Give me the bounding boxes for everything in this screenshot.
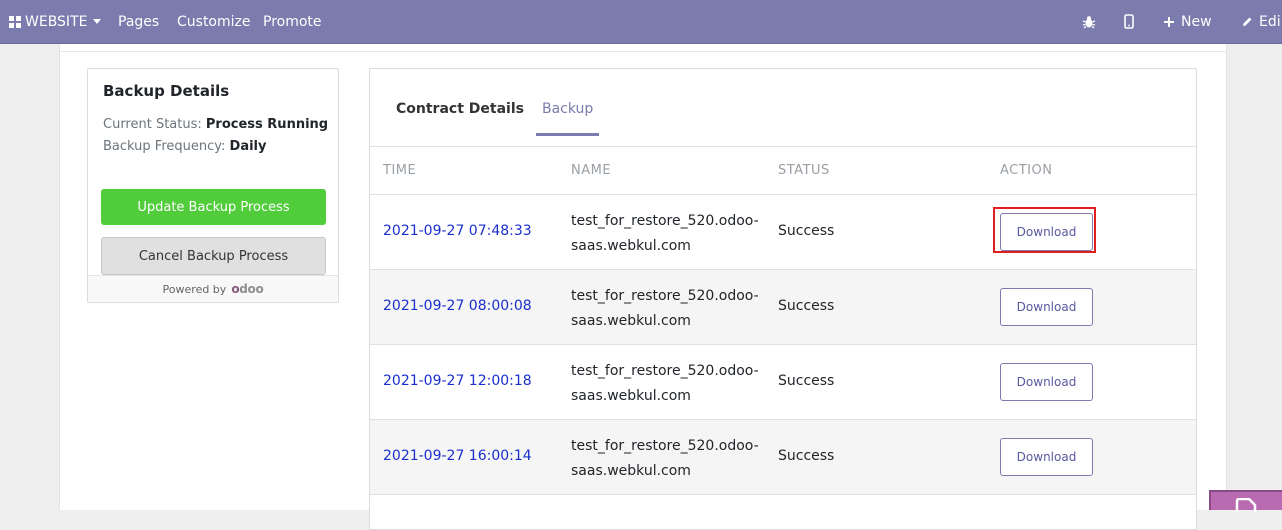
odoo-logo[interactable]: odoo (231, 282, 263, 296)
powered-by-text: Powered by (162, 282, 227, 296)
mobile-preview-button[interactable] (1124, 0, 1134, 43)
top-navbar: WEBSITE Pages Customize Promote New Edi (0, 0, 1282, 44)
current-status: Current Status: Process Running (103, 117, 328, 132)
powered-by-footer: Powered by odoo (88, 275, 338, 302)
backup-name: test_for_restore_520.odoo-saas.webkul.co… (571, 363, 759, 404)
edit-label: Edi (1259, 13, 1281, 30)
backup-status: Success (778, 448, 835, 464)
apps-grid-icon (9, 15, 21, 28)
table-row: 2021-09-27 07:48:33 test_for_restore_520… (370, 194, 1196, 270)
backup-details-title: Backup Details (103, 82, 230, 100)
backup-frequency: Backup Frequency: Daily (103, 139, 266, 154)
cancel-backup-process-button[interactable]: Cancel Backup Process (101, 237, 326, 275)
table-row: 2021-09-27 16:00:14 test_for_restore_520… (370, 419, 1196, 495)
backup-details-card: Backup Details Current Status: Process R… (87, 68, 339, 303)
menu-promote[interactable]: Promote (263, 0, 322, 43)
bug-icon (1082, 15, 1096, 29)
plus-icon (1163, 16, 1175, 28)
new-button[interactable]: New (1163, 0, 1212, 43)
backup-time-link[interactable]: 2021-09-27 08:00:08 (383, 298, 532, 314)
menu-pages[interactable]: Pages (118, 0, 159, 43)
update-backup-process-button[interactable]: Update Backup Process (101, 189, 326, 225)
divider (60, 51, 1226, 52)
pencil-icon (1241, 16, 1253, 28)
download-button[interactable]: Download (1000, 213, 1093, 251)
backup-frequency-label: Backup Frequency: (103, 139, 226, 154)
column-header-time: TIME (383, 163, 417, 178)
backup-time-link[interactable]: 2021-09-27 16:00:14 (383, 448, 532, 464)
current-status-value: Process Running (205, 117, 329, 132)
active-tab-indicator (536, 133, 599, 136)
tab-bar: Contract Details Backup (370, 69, 1196, 147)
download-button[interactable]: Download (1000, 438, 1093, 476)
mobile-icon (1124, 14, 1134, 29)
new-label: New (1181, 13, 1212, 30)
column-header-name: NAME (571, 163, 612, 178)
backup-name: test_for_restore_520.odoo-saas.webkul.co… (571, 288, 759, 329)
table-row: 2021-09-27 12:00:18 test_for_restore_520… (370, 344, 1196, 420)
tab-contract-details[interactable]: Contract Details (396, 101, 524, 117)
backup-time-link[interactable]: 2021-09-27 07:48:33 (383, 223, 532, 239)
download-button[interactable]: Download (1000, 288, 1093, 326)
caret-down-icon (93, 19, 102, 24)
current-status-label: Current Status: (103, 117, 202, 132)
download-button[interactable]: Download (1000, 363, 1093, 401)
debug-button[interactable] (1082, 0, 1096, 43)
table-row (370, 494, 1196, 530)
website-app-menu[interactable]: WEBSITE (9, 0, 102, 43)
tab-backup[interactable]: Backup (542, 101, 593, 117)
backup-status: Success (778, 298, 835, 314)
contract-card: Contract Details Backup TIME NAME STATUS… (369, 68, 1197, 530)
app-label: WEBSITE (25, 13, 88, 30)
edit-button[interactable]: Edi (1241, 0, 1281, 43)
backup-status: Success (778, 373, 835, 389)
backup-time-link[interactable]: 2021-09-27 12:00:18 (383, 373, 532, 389)
backup-name: test_for_restore_520.odoo-saas.webkul.co… (571, 213, 759, 254)
column-header-status: STATUS (778, 163, 830, 178)
backup-status: Success (778, 223, 835, 239)
menu-customize[interactable]: Customize (177, 0, 251, 43)
column-header-action: ACTION (1000, 163, 1053, 178)
backup-frequency-value: Daily (229, 139, 267, 154)
table-row: 2021-09-27 08:00:08 test_for_restore_520… (370, 269, 1196, 345)
edit-widget-button[interactable] (1209, 490, 1282, 512)
backup-name: test_for_restore_520.odoo-saas.webkul.co… (571, 438, 759, 479)
